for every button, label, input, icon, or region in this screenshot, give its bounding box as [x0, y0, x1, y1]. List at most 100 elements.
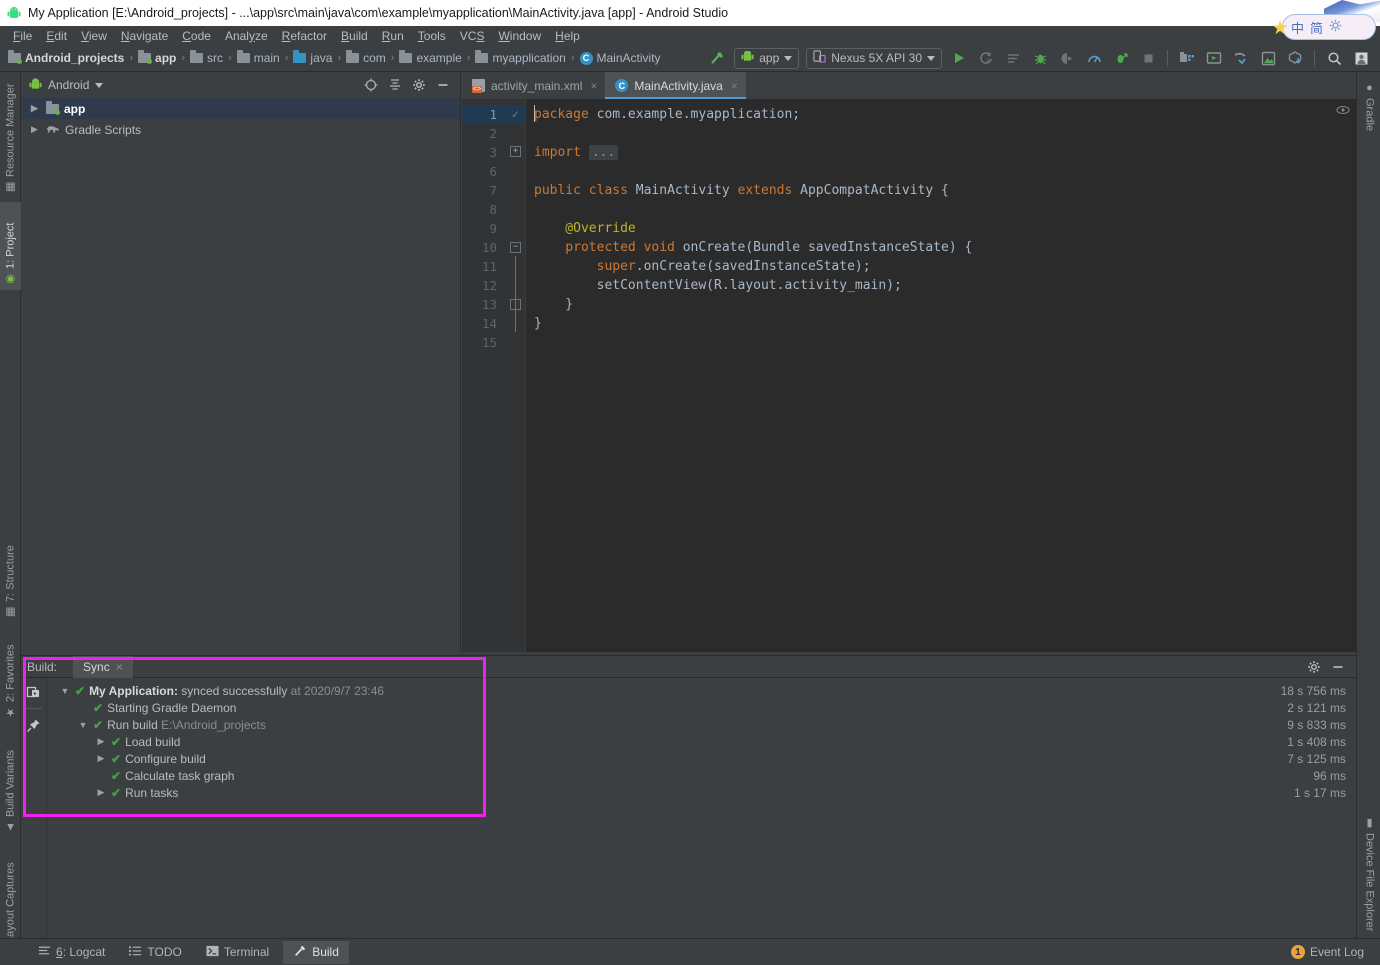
run-with-coverage-icon[interactable]: [1108, 47, 1134, 70]
close-icon[interactable]: ×: [731, 79, 738, 93]
menu-run[interactable]: Run: [375, 28, 411, 44]
project-android-icon: ◉: [5, 273, 17, 286]
gutter-line: 1 ✓: [462, 105, 525, 124]
sidebar-item-gradle[interactable]: ● Gradle: [1359, 78, 1380, 144]
breadcrumb-item-3[interactable]: main: [236, 50, 280, 65]
select-opened-file-icon[interactable]: [360, 74, 382, 96]
fold-expand-icon[interactable]: +: [510, 146, 521, 157]
code-text[interactable]: package com.example.myapplication; impor…: [525, 99, 1356, 652]
menu-refactor[interactable]: Refactor: [275, 28, 334, 44]
success-check-icon: ✔: [93, 717, 104, 732]
build-tab-sync[interactable]: Sync ×: [73, 655, 133, 678]
menu-navigate[interactable]: Navigate: [114, 28, 175, 44]
hammer-icon[interactable]: [704, 47, 730, 70]
apply-code-changes-icon[interactable]: [1000, 47, 1026, 70]
sidebar-item-project[interactable]: ◉ 1: Project: [0, 202, 21, 290]
menu-file[interactable]: File: [6, 28, 39, 44]
hide-panel-icon[interactable]: [432, 74, 454, 96]
breadcrumb-item-8[interactable]: C MainActivity: [579, 51, 661, 65]
pin-tab-icon[interactable]: [24, 715, 44, 735]
sdk-manager-icon[interactable]: [1174, 47, 1200, 70]
minimize-button[interactable]: ─: [1350, 0, 1380, 26]
run-icon[interactable]: [946, 47, 972, 70]
chevron-right-icon[interactable]: ▶: [31, 103, 41, 114]
chevron-down-icon[interactable]: ▼: [59, 686, 71, 696]
sync-gradle-icon[interactable]: [1228, 47, 1254, 70]
breadcrumb-item-5[interactable]: com: [346, 50, 386, 65]
account-icon[interactable]: [1348, 47, 1374, 70]
layout-inspector-icon[interactable]: [1255, 47, 1281, 70]
apply-changes-icon[interactable]: A: [973, 47, 999, 70]
sidebar-item-resource-manager[interactable]: ▦ Resource Manager: [0, 78, 21, 198]
tab-activity-main-xml[interactable]: activity_main.xml ×: [462, 72, 606, 99]
chevron-right-icon[interactable]: ▶: [95, 787, 107, 798]
android-robot-icon: [29, 77, 42, 93]
success-check-icon: ✔: [93, 700, 104, 715]
collapse-all-icon[interactable]: [384, 74, 406, 96]
breadcrumb-item-7[interactable]: myapplication: [475, 50, 566, 65]
breadcrumb-separator: ›: [284, 52, 289, 64]
menu-code[interactable]: Code: [175, 28, 218, 44]
close-icon[interactable]: ×: [116, 660, 123, 674]
chevron-right-icon[interactable]: ▶: [95, 736, 107, 747]
run-configuration-selector[interactable]: app: [734, 47, 800, 69]
code-line-13: }: [534, 297, 574, 312]
breadcrumb-item-2[interactable]: src: [190, 50, 223, 65]
chevron-right-icon[interactable]: ▶: [31, 124, 41, 135]
menu-vcs[interactable]: VCS: [453, 28, 492, 44]
build-row[interactable]: ▼ ✔ Run build E:\Android_projects 9 s 83…: [47, 716, 1356, 733]
sidebar-item-build-variants[interactable]: ▲ Build Variants: [0, 727, 21, 837]
code-editor[interactable]: 1 ✓ 2 3 + 6 7 8 9 10 − 11 12 13 14 15 pa…: [462, 99, 1356, 652]
status-item-event-log[interactable]: 1 Event Log: [1287, 941, 1368, 964]
tree-item-app[interactable]: ▶ app: [21, 98, 460, 119]
tree-item-gradle-scripts[interactable]: ▶ Gradle Scripts: [21, 119, 460, 140]
menu-analyze[interactable]: Analyze: [218, 28, 275, 44]
folded-imports-chip[interactable]: ...: [588, 145, 619, 160]
hide-build-panel-icon[interactable]: [1328, 657, 1348, 677]
breadcrumb-item-1[interactable]: app: [138, 50, 176, 65]
breadcrumb-item-6[interactable]: example: [399, 50, 462, 65]
toggle-console-icon[interactable]: [24, 682, 44, 702]
device-selector[interactable]: Nexus 5X API 30: [806, 47, 942, 69]
build-row[interactable]: ✔ Calculate task graph 96 ms: [47, 767, 1356, 784]
close-icon[interactable]: ×: [590, 79, 597, 93]
sidebar-item-favorites[interactable]: ★ 2: Favorites: [0, 627, 21, 723]
build-row[interactable]: ▶ ✔ Configure build 7 s 125 ms: [47, 750, 1356, 767]
build-row[interactable]: ▶ ✔ Run tasks 1 s 17 ms: [47, 784, 1356, 801]
breadcrumb-item-0[interactable]: Android_projects: [8, 50, 124, 65]
stop-icon[interactable]: [1135, 47, 1161, 70]
build-row[interactable]: ▼ ✔ My Application: synced successfully …: [47, 682, 1356, 699]
menu-help[interactable]: Help: [548, 28, 587, 44]
debug-icon[interactable]: [1027, 47, 1053, 70]
device-explorer-icon[interactable]: [1282, 47, 1308, 70]
chevron-right-icon[interactable]: ▶: [95, 753, 107, 764]
build-settings-gear-icon[interactable]: [1304, 657, 1324, 677]
status-item-todo[interactable]: TODO: [119, 941, 191, 964]
menu-edit[interactable]: Edit: [39, 28, 74, 44]
build-row[interactable]: ▶ ✔ Load build 1 s 408 ms: [47, 733, 1356, 750]
menu-view[interactable]: View: [74, 28, 114, 44]
status-item-build[interactable]: Build: [283, 940, 349, 964]
search-everywhere-icon[interactable]: [1321, 47, 1347, 70]
editor-gutter[interactable]: 1 ✓ 2 3 + 6 7 8 9 10 − 11 12 13 14 15: [462, 99, 525, 652]
status-item-logcat[interactable]: 6: Logcat: [28, 941, 115, 964]
build-output-tree[interactable]: ▼ ✔ My Application: synced successfully …: [47, 678, 1356, 938]
settings-gear-icon[interactable]: [408, 74, 430, 96]
tab-mainactivity-java[interactable]: C MainActivity.java ×: [605, 72, 746, 99]
menu-build[interactable]: Build: [334, 28, 375, 44]
chevron-down-icon[interactable]: ▼: [77, 720, 89, 730]
sidebar-item-structure[interactable]: ▦ 7: Structure: [0, 527, 21, 623]
status-item-terminal[interactable]: Terminal: [196, 941, 279, 964]
eye-icon[interactable]: [1336, 104, 1350, 118]
sidebar-item-device-file-explorer[interactable]: ▮ Device File Explorer: [1359, 812, 1380, 942]
avd-manager-icon[interactable]: [1201, 47, 1227, 70]
menu-window[interactable]: Window: [491, 28, 548, 44]
toolbar-divider: [1314, 49, 1315, 67]
fold-collapse-icon[interactable]: −: [510, 242, 521, 253]
build-row[interactable]: ✔ Starting Gradle Daemon 2 s 121 ms: [47, 699, 1356, 716]
breadcrumb-item-4[interactable]: java: [293, 50, 332, 65]
project-view-selector[interactable]: Android: [29, 77, 104, 93]
menu-tools[interactable]: Tools: [411, 28, 453, 44]
profiler-icon[interactable]: [1081, 47, 1107, 70]
attach-debugger-icon[interactable]: [1054, 47, 1080, 70]
